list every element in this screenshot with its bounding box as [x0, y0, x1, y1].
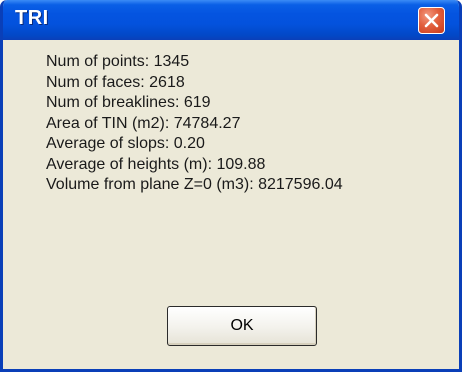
close-icon [424, 13, 439, 28]
title-bar[interactable]: TRI [3, 0, 459, 40]
num-faces-text: Num of faces: 2618 [46, 73, 185, 91]
ok-button[interactable]: OK [167, 306, 317, 346]
dialog-window: TRI Num of points: 1345 Num of faces: 26… [0, 0, 462, 372]
statistics-text: Num of points: 1345 Num of faces: 2618 N… [46, 52, 343, 196]
window-title: TRI [15, 7, 49, 29]
num-points-text: Num of points: 1345 [46, 53, 190, 70]
close-button[interactable] [418, 7, 445, 34]
num-breaklines-text: Num of breaklines: 619 [46, 94, 211, 111]
area-text: Area of TIN (m2): 74784.27 [46, 114, 241, 132]
average-heights-text: Average of heights (m): 109.88 [46, 155, 266, 173]
average-slopes-text: Average of slops: 0.20 [46, 135, 205, 152]
volume-text: Volume from plane Z=0 (m3): 8217596.04 [46, 176, 343, 193]
